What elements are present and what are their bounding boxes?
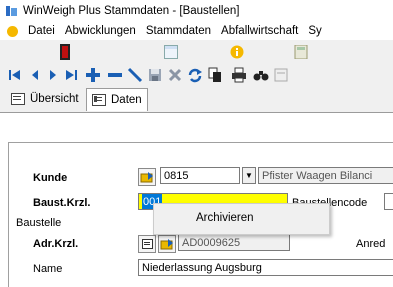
exit-door-icon[interactable] [56, 43, 74, 61]
adr-krzl-field: AD0009625 [178, 234, 290, 251]
filter-icon[interactable] [272, 66, 290, 84]
previous-record-icon[interactable] [26, 66, 44, 84]
toolbar-top [0, 40, 393, 64]
kunde-lookup-button[interactable] [138, 168, 156, 186]
edit-record-icon[interactable] [126, 66, 144, 84]
baustelle-group-label: Baustelle [14, 217, 64, 229]
context-item-archivieren[interactable]: Archivieren [156, 206, 325, 230]
menu-abwicklungen[interactable]: Abwicklungen [61, 25, 142, 37]
grid-icon [11, 93, 25, 105]
baust-krzl-label: Baust.Krzl. [33, 197, 91, 209]
last-record-icon[interactable] [62, 66, 80, 84]
menu-abfallwirtschaft[interactable]: Abfallwirtschaft [217, 25, 304, 37]
first-record-icon[interactable] [6, 66, 24, 84]
app-icon [6, 5, 18, 17]
tab-uebersicht-label: Übersicht [30, 93, 79, 105]
calculator-icon[interactable] [292, 43, 310, 61]
adr-krzl-label: Adr.Krzl. [33, 238, 79, 250]
tab-uebersicht[interactable]: Übersicht [6, 89, 84, 109]
refresh-icon[interactable] [186, 66, 204, 84]
tab-daten-label: Daten [111, 94, 142, 106]
print-icon[interactable] [230, 66, 248, 84]
context-menu: Archivieren [153, 203, 330, 235]
kunde-name-field: Pfister Waagen Bilanci [258, 167, 393, 184]
next-record-icon[interactable] [44, 66, 62, 84]
baustellencode-field[interactable] [384, 193, 393, 210]
form-icon [92, 94, 106, 106]
name-field[interactable]: Niederlassung Augsburg [138, 259, 393, 276]
menu-datei[interactable]: Datei [24, 25, 61, 37]
title-bar: WinWeigh Plus Stammdaten - [Baustellen] [0, 0, 393, 22]
kunde-label: Kunde [33, 172, 68, 184]
adr-lookup-button[interactable] [158, 235, 176, 253]
info-icon[interactable] [228, 43, 246, 61]
search-binoculars-icon[interactable] [252, 66, 270, 84]
folder-arrow-icon [160, 239, 173, 250]
window-icon[interactable] [162, 43, 180, 61]
document-menu-icon[interactable] [7, 25, 18, 37]
form-icon [142, 239, 153, 249]
menu-bar: Datei Abwicklungen Stammdaten Abfallwirt… [0, 22, 393, 40]
menu-system[interactable]: Sy [304, 25, 327, 37]
anrede-label: Anred [356, 238, 386, 250]
menu-stammdaten[interactable]: Stammdaten [142, 25, 217, 37]
kunde-dropdown-arrow[interactable]: ▼ [242, 167, 256, 184]
folder-arrow-icon [140, 172, 153, 183]
add-record-icon[interactable] [84, 66, 102, 84]
toolbar-navigation [0, 64, 393, 86]
delete-record-icon[interactable] [106, 66, 124, 84]
tab-daten[interactable]: Daten [86, 88, 148, 111]
adr-form-button[interactable] [138, 235, 156, 253]
window-title: WinWeigh Plus Stammdaten - [Baustellen] [23, 5, 240, 17]
save-icon[interactable] [146, 66, 164, 84]
name-label: Name [33, 263, 63, 275]
tab-bar: Übersicht Daten [0, 86, 393, 112]
copy-icon[interactable] [206, 66, 224, 84]
kunde-number-field[interactable]: 0815 [160, 167, 240, 184]
cancel-icon[interactable] [166, 66, 184, 84]
